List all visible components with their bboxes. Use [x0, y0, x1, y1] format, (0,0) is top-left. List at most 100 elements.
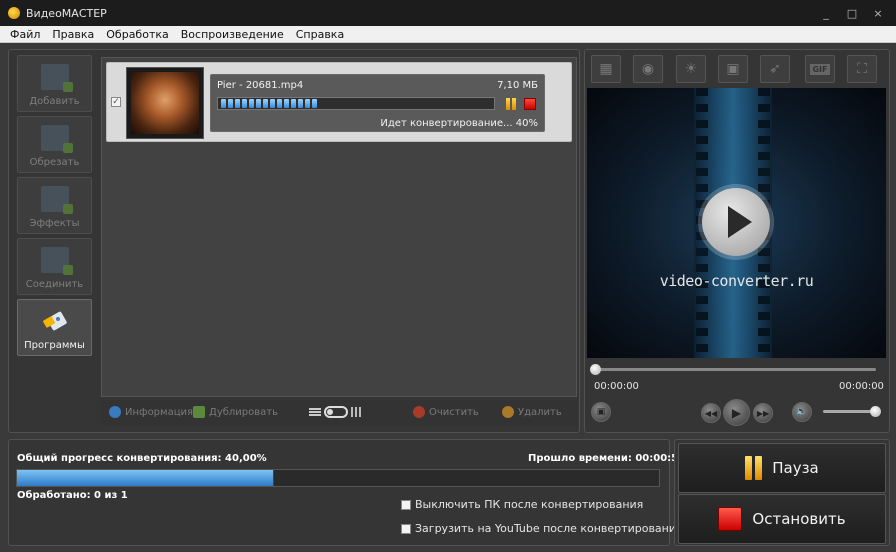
pause-button[interactable]: Пауза — [678, 443, 886, 493]
volume-slider[interactable] — [823, 410, 875, 413]
overall-progress-label: Общий прогресс конвертирования: 40,00% — [17, 453, 267, 464]
progress-segment — [235, 99, 240, 108]
rotate-icon: ▣ — [726, 61, 740, 77]
effects-button[interactable]: Эффекты — [17, 177, 92, 234]
snapshot-icon: ◉ — [641, 61, 655, 77]
menu-file[interactable]: Файл — [0, 28, 46, 41]
file-list[interactable]: ✓ Pier - 20681.mp4 7,10 МБ Идет конверти… — [101, 57, 577, 397]
crop-icon: ▦ — [599, 61, 613, 77]
progress-segment — [277, 99, 282, 108]
gif-icon: GIF — [810, 63, 830, 75]
duplicate-button[interactable]: Дублировать — [193, 406, 278, 418]
programs-button[interactable]: Программы — [17, 299, 92, 356]
pause-label: Пауза — [772, 459, 819, 477]
youtube-checkbox[interactable] — [401, 523, 411, 534]
crop-button[interactable]: ▦ — [591, 55, 621, 83]
shutdown-checkbox[interactable] — [401, 499, 411, 510]
cut-icon — [40, 125, 73, 153]
snapshot-button[interactable]: ◉ — [633, 55, 663, 83]
progress-segment — [256, 99, 261, 108]
clear-button[interactable]: Очистить — [413, 406, 479, 418]
fullscreen-button[interactable]: ⛶ — [847, 55, 877, 83]
add-button-label: Добавить — [29, 96, 80, 107]
duplicate-label: Дублировать — [209, 406, 278, 418]
join-button-label: Соединить — [25, 279, 84, 290]
programs-button-label: Программы — [24, 340, 85, 351]
current-time: 00:00:00 — [594, 381, 639, 392]
seek-bar[interactable] — [595, 368, 876, 371]
view-toggle[interactable] — [309, 406, 363, 418]
menu-edit[interactable]: Правка — [46, 28, 100, 41]
progress-segment — [298, 99, 303, 108]
close-button[interactable]: × — [870, 7, 886, 20]
delete-button[interactable]: Удалить — [502, 406, 562, 418]
join-button[interactable]: Соединить — [17, 238, 92, 295]
youtube-option[interactable]: Загрузить на YouTube после конвертирован… — [401, 522, 683, 535]
programs-icon — [41, 308, 69, 334]
elapsed-time-label: Прошло времени: 00:00:52 — [528, 453, 686, 464]
minimize-button[interactable]: _ — [818, 7, 834, 20]
progress-segment — [228, 99, 233, 108]
menu-playback[interactable]: Воспроизведение — [175, 28, 290, 41]
grid-view-icon[interactable] — [351, 407, 363, 417]
overall-progress-fill — [17, 470, 274, 486]
play-icon: ▶ — [731, 405, 742, 420]
watermark-text: video-converter.ru — [659, 272, 814, 290]
file-stop-icon[interactable] — [524, 98, 536, 110]
duplicate-icon — [193, 406, 205, 418]
total-time: 00:00:00 — [839, 381, 884, 392]
file-row[interactable]: ✓ Pier - 20681.mp4 7,10 МБ Идет конверти… — [106, 62, 572, 142]
seek-handle[interactable] — [590, 364, 601, 375]
brightness-button[interactable]: ☀ — [676, 55, 706, 83]
maximize-button[interactable]: □ — [844, 7, 860, 20]
app-logo-icon — [8, 7, 20, 19]
list-view-icon[interactable] — [309, 408, 321, 416]
image-icon: ▣ — [596, 407, 606, 417]
speaker-icon: 🔈 — [796, 407, 808, 417]
progress-segment — [263, 99, 268, 108]
rotate-button[interactable]: ▣ — [718, 55, 748, 83]
pause-icon — [745, 456, 763, 480]
title-bar: ВидеоМАСТЕР _ □ × — [0, 0, 896, 26]
rewind-icon: ◀◀ — [704, 408, 718, 418]
stop-button[interactable]: Остановить — [678, 494, 886, 544]
file-info-box: Pier - 20681.mp4 7,10 МБ Идет конвертиро… — [210, 74, 545, 132]
progress-segment — [270, 99, 275, 108]
gif-button[interactable]: GIF — [805, 55, 835, 83]
speed-icon: ➶ — [769, 61, 781, 77]
file-pause-icon[interactable] — [505, 98, 517, 110]
file-checkbox[interactable]: ✓ — [111, 97, 121, 107]
processed-count: Обработано: 0 из 1 — [17, 490, 128, 501]
cut-button[interactable]: Обрезать — [17, 116, 92, 173]
menu-processing[interactable]: Обработка — [100, 28, 174, 41]
play-button[interactable]: ▶ — [723, 399, 750, 426]
file-size: 7,10 МБ — [497, 80, 538, 91]
clear-icon — [413, 406, 425, 418]
clear-label: Очистить — [429, 406, 479, 418]
progress-segment — [305, 99, 310, 108]
file-status: Идет конвертирование... 40% — [380, 118, 538, 129]
cut-button-label: Обрезать — [29, 157, 80, 168]
fullscreen-icon: ⛶ — [857, 61, 867, 77]
rewind-button[interactable]: ◀◀ — [701, 403, 721, 423]
overall-progress-bar — [16, 469, 660, 487]
stop-icon — [718, 507, 743, 531]
view-switch-icon[interactable] — [324, 406, 348, 418]
window-title: ВидеоМАСТЕР — [26, 6, 107, 20]
add-button[interactable]: Добавить — [17, 55, 92, 112]
shutdown-option[interactable]: Выключить ПК после конвертирования — [401, 498, 643, 511]
play-overlay-icon[interactable] — [702, 188, 770, 256]
info-button[interactable]: Информация — [109, 406, 193, 418]
menu-help[interactable]: Справка — [290, 28, 350, 41]
video-preview[interactable]: video-converter.ru — [587, 88, 886, 358]
forward-button[interactable]: ▶▶ — [753, 403, 773, 423]
speed-button[interactable]: ➶ — [760, 55, 790, 83]
volume-button[interactable]: 🔈 — [792, 402, 812, 422]
volume-handle[interactable] — [870, 406, 881, 417]
effects-button-label: Эффекты — [29, 218, 80, 229]
file-name: Pier - 20681.mp4 — [217, 80, 304, 91]
screenshot-button[interactable]: ▣ — [591, 402, 611, 422]
stop-label: Остановить — [752, 510, 846, 528]
effects-icon — [40, 186, 73, 214]
delete-label: Удалить — [518, 406, 562, 418]
